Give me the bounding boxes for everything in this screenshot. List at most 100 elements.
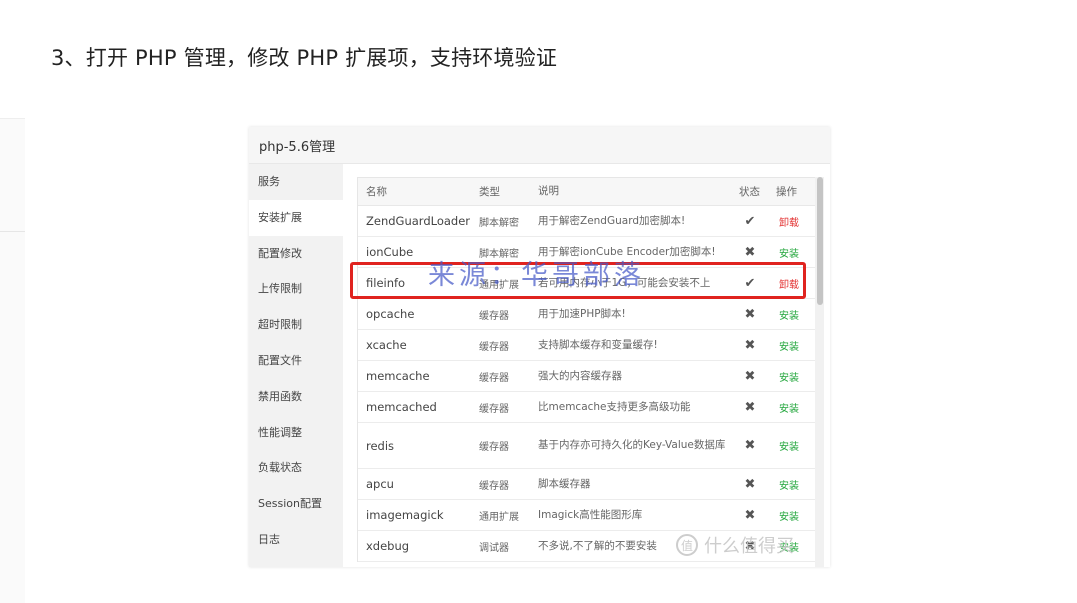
install-link[interactable]: 安装	[770, 299, 808, 329]
extension-type: 缓存器	[479, 403, 509, 415]
extension-name: imagemagick	[366, 508, 444, 522]
extension-desc: 若可用内存小于1G，可能会安装不上	[538, 276, 711, 289]
cross-icon: ✖	[744, 507, 756, 523]
table-row: ionCube 脚本解密 用于解密ionCube Encoder加密脚本! ✖ 安装	[358, 237, 815, 268]
menu-item[interactable]: 配置修改	[249, 236, 343, 272]
install-link[interactable]: 安装	[770, 392, 808, 422]
uninstall-link[interactable]: 卸载	[770, 206, 808, 236]
status-cell: ✔	[736, 268, 764, 298]
check-icon: ✔	[744, 213, 756, 229]
install-link[interactable]: 安装	[770, 361, 808, 391]
extensions-area: 名称 类型 说明 状态 操作 ZendGuardLoader 脚本解密 用于解密Ze…	[343, 164, 830, 567]
extension-desc: 支持脚本缓存和变量缓存!	[538, 338, 658, 351]
left-edge-panel	[0, 118, 25, 603]
table-row: xdebug 调试器 不多说,不了解的不要安装 ✖ 安装	[358, 531, 815, 562]
scrollbar-thumb[interactable]	[817, 177, 823, 305]
table-row: fileinfo 通用扩展 若可用内存小于1G，可能会安装不上 ✔ 卸载	[358, 268, 815, 299]
install-link[interactable]: 安装	[770, 469, 808, 499]
menu-item[interactable]: 负载状态	[249, 450, 343, 486]
status-cell: ✖	[736, 361, 764, 391]
extension-name: redis	[366, 438, 395, 453]
menu-item[interactable]: 性能调整	[249, 415, 343, 451]
status-cell: ✖	[736, 299, 764, 329]
extension-type: 调试器	[479, 542, 509, 554]
extension-type: 缓存器	[479, 372, 509, 384]
install-link[interactable]: 安装	[770, 423, 808, 468]
extension-desc: 脚本缓存器	[538, 477, 591, 490]
menu-item[interactable]: 服务	[249, 164, 343, 200]
extension-desc: 基于内存亦可持久化的Key-Value数据库	[538, 439, 726, 451]
cross-icon: ✖	[744, 368, 756, 384]
menu-item[interactable]: 上传限制	[249, 271, 343, 307]
table-row: memcache 缓存器 强大的内容缓存器 ✖ 安装	[358, 361, 815, 392]
extensions-table: 名称 类型 说明 状态 操作 ZendGuardLoader 脚本解密 用于解密Ze…	[357, 177, 816, 562]
status-cell: ✖	[736, 469, 764, 499]
status-cell: ✖	[736, 423, 764, 468]
table-row: ZendGuardLoader 脚本解密 用于解密ZendGuard加密脚本! ✔ 卸载	[358, 206, 815, 237]
side-menu: 服务 安装扩展 配置修改 上传限制 超时限制 配置文件 禁用函数 性能调整 负载状态 Sessio…	[249, 164, 343, 567]
cross-icon: ✖	[744, 399, 756, 415]
cross-icon: ✖	[744, 306, 756, 322]
table-header: 名称 类型 说明 状态 操作	[358, 178, 815, 206]
extension-name: opcache	[366, 307, 415, 321]
divider	[0, 231, 25, 232]
status-cell: ✖	[736, 500, 764, 530]
extension-desc: 强大的内容缓存器	[538, 369, 622, 382]
menu-item[interactable]: 超时限制	[249, 307, 343, 343]
extension-type: 脚本解密	[479, 248, 519, 260]
status-cell: ✖	[736, 237, 764, 267]
check-icon: ✔	[744, 275, 756, 291]
panel-header: php-5.6管理	[249, 127, 830, 164]
cross-icon: ✖	[744, 438, 756, 453]
status-cell: ✔	[736, 206, 764, 236]
php-manager-panel: php-5.6管理 服务 安装扩展 配置修改 上传限制 超时限制 配置文件 禁用函数 性能调整…	[249, 127, 830, 567]
header-name: 名称	[366, 186, 387, 198]
menu-item[interactable]: 配置文件	[249, 343, 343, 379]
install-link[interactable]: 安装	[770, 330, 808, 360]
menu-item[interactable]: 安装扩展	[249, 199, 343, 236]
table-row: redis 缓存器 基于内存亦可持久化的Key-Value数据库 ✖ 安装	[358, 423, 815, 469]
extension-type: 缓存器	[479, 310, 509, 322]
menu-item[interactable]: 日志	[249, 522, 343, 558]
extension-type: 通用扩展	[479, 279, 519, 291]
menu-item[interactable]: 禁用函数	[249, 379, 343, 415]
header-status: 状态	[739, 186, 760, 198]
extension-name: memcached	[366, 400, 437, 414]
header-op: 操作	[776, 186, 797, 198]
install-link[interactable]: 安装	[770, 237, 808, 267]
table-row: imagemagick 通用扩展 Imagick高性能图形库 ✖ 安装	[358, 500, 815, 531]
header-type: 类型	[479, 186, 500, 198]
extension-desc: 不多说,不了解的不要安装	[538, 539, 657, 552]
status-cell: ✖	[736, 330, 764, 360]
step-title: 3、打开 PHP 管理，修改 PHP 扩展项，支持环境验证	[51, 46, 558, 70]
extension-name: xdebug	[366, 539, 410, 553]
extension-type: 缓存器	[479, 442, 509, 453]
cross-icon: ✖	[744, 244, 756, 260]
extension-desc: Imagick高性能图形库	[538, 508, 643, 521]
table-body: ZendGuardLoader 脚本解密 用于解密ZendGuard加密脚本! ✔ 卸载…	[358, 206, 815, 562]
extension-desc: 用于加速PHP脚本!	[538, 307, 626, 320]
cross-icon: ✖	[744, 476, 756, 492]
extension-name: xcache	[366, 338, 407, 352]
uninstall-link[interactable]: 卸载	[770, 268, 808, 298]
header-desc: 说明	[538, 185, 559, 197]
extension-type: 缓存器	[479, 480, 509, 492]
extension-type: 缓存器	[479, 341, 509, 353]
extension-type: 脚本解密	[479, 217, 519, 229]
table-row: memcached 缓存器 比memcache支持更多高级功能 ✖ 安装	[358, 392, 815, 423]
extension-name: apcu	[366, 477, 394, 491]
menu-item[interactable]: Session配置	[249, 486, 343, 522]
table-row: apcu 缓存器 脚本缓存器 ✖ 安装	[358, 469, 815, 500]
install-link[interactable]: 安装	[770, 531, 808, 561]
status-cell: ✖	[736, 531, 764, 561]
panel-title: php-5.6管理	[259, 140, 336, 155]
extension-name: ZendGuardLoader	[366, 214, 471, 228]
cross-icon: ✖	[744, 337, 756, 353]
table-row: opcache 缓存器 用于加速PHP脚本! ✖ 安装	[358, 299, 815, 330]
extension-name: ionCube	[366, 245, 414, 259]
install-link[interactable]: 安装	[770, 500, 808, 530]
cross-icon: ✖	[744, 538, 756, 554]
extension-desc: 用于解密ZendGuard加密脚本!	[538, 214, 686, 227]
extension-desc: 比memcache支持更多高级功能	[538, 400, 691, 413]
extension-name: memcache	[366, 369, 430, 383]
